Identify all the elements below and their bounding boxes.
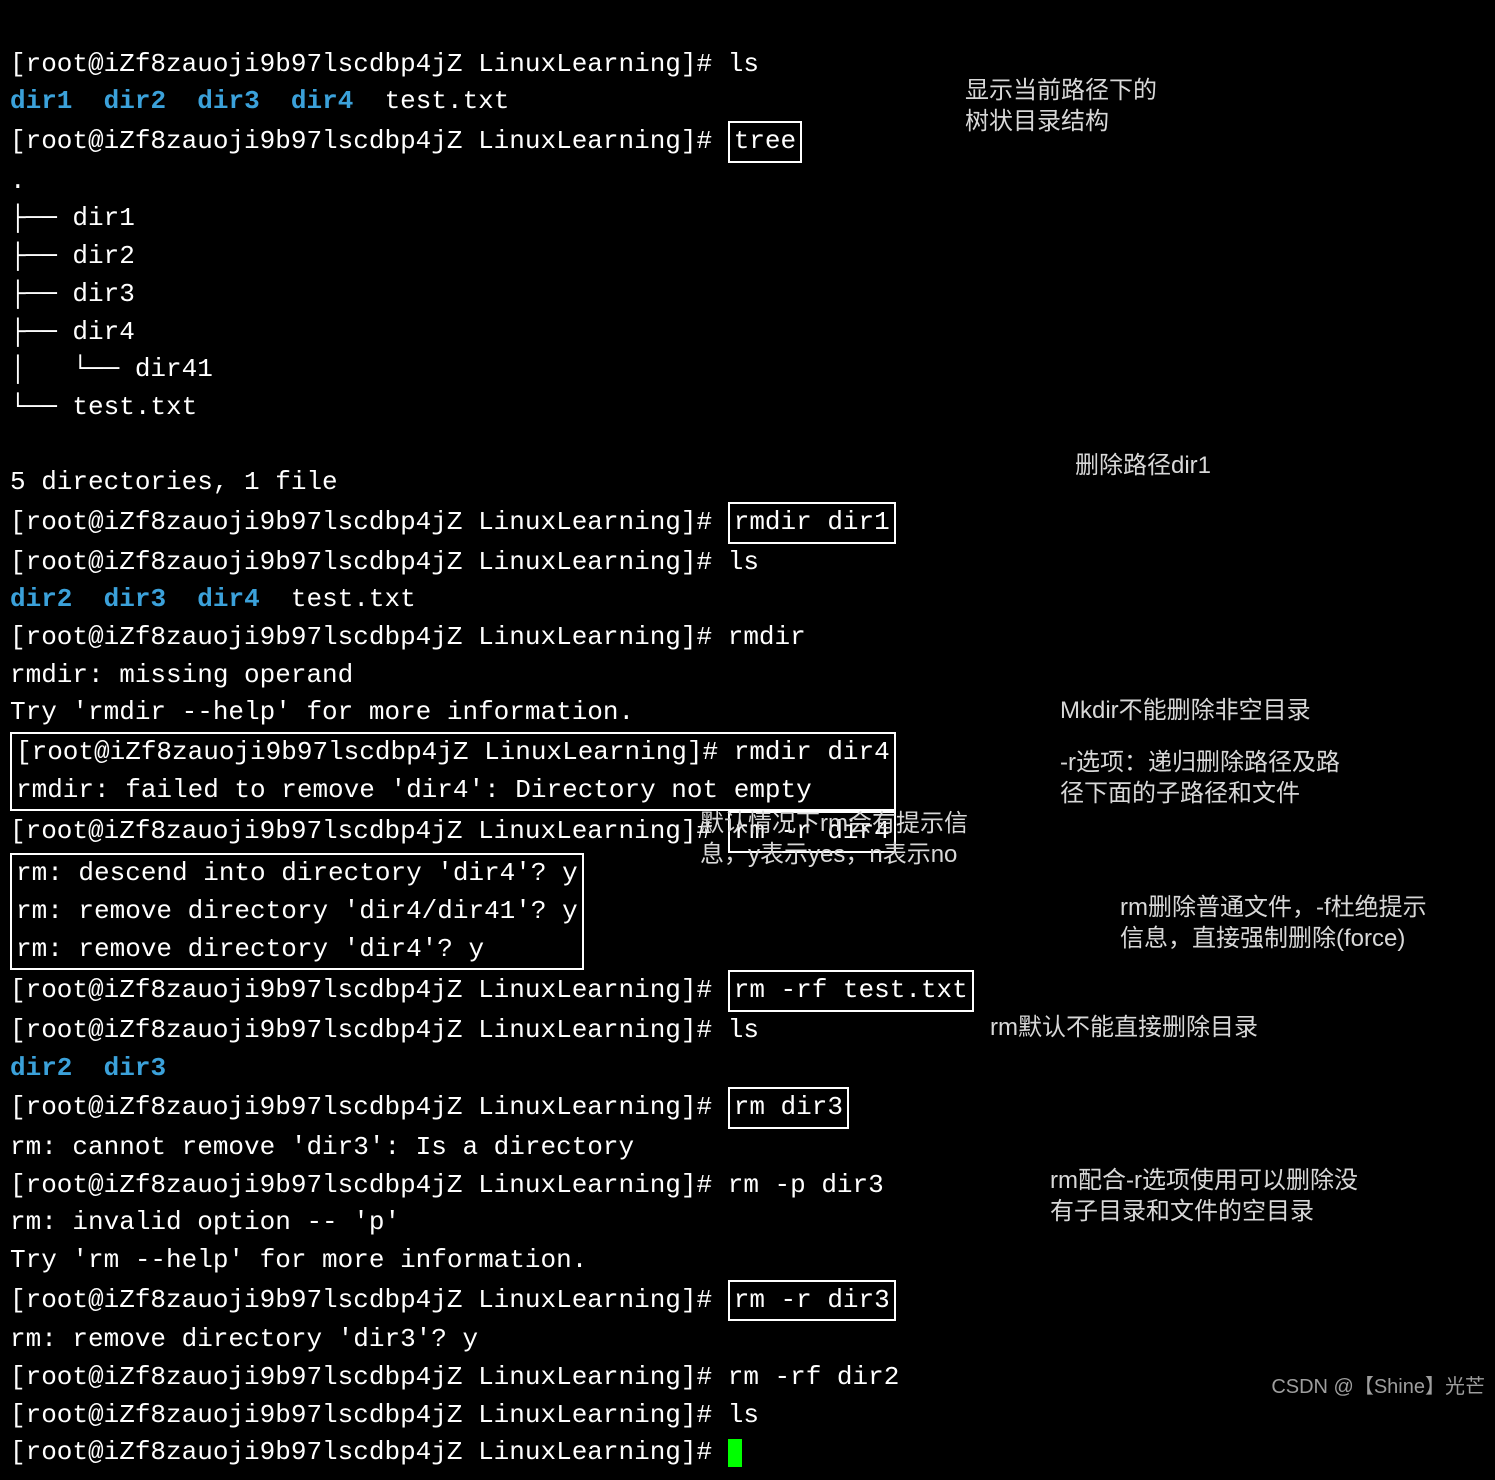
error-line: Try 'rmdir --help' for more information. <box>10 697 634 727</box>
tree-summary: 5 directories, 1 file <box>10 467 338 497</box>
command-rm-rf-test-boxed: rm -rf test.txt <box>728 970 974 1012</box>
prompt: [root@iZf8zauoji9b97lscdbp4jZ LinuxLearn… <box>10 547 728 577</box>
command-ls: ls <box>728 49 759 79</box>
annotation-rmdir-dir1: 删除路径dir1 <box>1075 450 1211 481</box>
annotation-rm-f: rm删除普通文件，-f杜绝提示 信息，直接强制删除(force) <box>1120 892 1427 954</box>
prompt: [root@iZf8zauoji9b97lscdbp4jZ LinuxLearn… <box>10 49 728 79</box>
annotation-rm-nodir: rm默认不能直接删除目录 <box>990 1012 1258 1043</box>
rm-prompts-boxed: rm: descend into directory 'dir4'? y rm:… <box>10 853 584 970</box>
prompt: [root@iZf8zauoji9b97lscdbp4jZ LinuxLearn… <box>10 1362 728 1392</box>
rm-prompt-line: rm: remove directory 'dir3'? y <box>10 1324 478 1354</box>
terminal-output: [root@iZf8zauoji9b97lscdbp4jZ LinuxLearn… <box>0 0 1495 1480</box>
ls-entry: dir2 <box>10 1053 72 1083</box>
ls-entry: dir2 <box>10 584 72 614</box>
tree-line: ├── dir2 <box>10 241 135 271</box>
prompt: [root@iZf8zauoji9b97lscdbp4jZ LinuxLearn… <box>10 1400 728 1430</box>
command-rm-p-dir3: rm -p dir3 <box>728 1170 884 1200</box>
tree-line: ├── dir3 <box>10 279 135 309</box>
tree-line: ├── dir4 <box>10 317 135 347</box>
prompt: [root@iZf8zauoji9b97lscdbp4jZ LinuxLearn… <box>10 1170 728 1200</box>
rmdir-dir4-boxed: [root@iZf8zauoji9b97lscdbp4jZ LinuxLearn… <box>10 732 896 811</box>
command-rmdir: rmdir <box>728 622 806 652</box>
ls-entry: dir2 <box>104 86 166 116</box>
ls-entry: dir3 <box>197 86 259 116</box>
error-line: rmdir: missing operand <box>10 660 353 690</box>
annotation-mkdir-nonempty: Mkdir不能删除非空目录 <box>1060 695 1311 726</box>
annotation-tree: 显示当前路径下的 树状目录结构 <box>965 75 1157 137</box>
ls-entry: dir1 <box>10 86 72 116</box>
ls-entry: dir3 <box>104 584 166 614</box>
ls-entry: dir4 <box>291 86 353 116</box>
prompt: [root@iZf8zauoji9b97lscdbp4jZ LinuxLearn… <box>10 1015 728 1045</box>
prompt: [root@iZf8zauoji9b97lscdbp4jZ LinuxLearn… <box>10 126 728 156</box>
command-tree-boxed: tree <box>728 121 802 163</box>
watermark: CSDN @【Shine】光芒 <box>1271 1370 1485 1399</box>
ls-entry: test.txt <box>291 584 416 614</box>
command-rm-r-dir3-boxed: rm -r dir3 <box>728 1280 896 1322</box>
tree-line: └── test.txt <box>10 392 197 422</box>
command-ls: ls <box>728 1015 759 1045</box>
tree-line: . <box>10 166 26 196</box>
tree-line: │ └── dir41 <box>10 354 213 384</box>
prompt: [root@iZf8zauoji9b97lscdbp4jZ LinuxLearn… <box>10 975 728 1005</box>
prompt: [root@iZf8zauoji9b97lscdbp4jZ LinuxLearn… <box>10 1092 728 1122</box>
prompt: [root@iZf8zauoji9b97lscdbp4jZ LinuxLearn… <box>10 1285 728 1315</box>
tree-line: ├── dir1 <box>10 203 135 233</box>
annotation-rm-r-empty: rm配合-r选项使用可以删除没 有子目录和文件的空目录 <box>1050 1165 1358 1227</box>
prompt: [root@iZf8zauoji9b97lscdbp4jZ LinuxLearn… <box>10 622 728 652</box>
command-ls: ls <box>728 1400 759 1430</box>
error-line: rm: invalid option -- 'p' <box>10 1207 400 1237</box>
command-rm-rf-dir2: rm -rf dir2 <box>728 1362 900 1392</box>
annotation-r-option: -r选项：递归删除路径及路 径下面的子路径和文件 <box>1060 747 1340 809</box>
prompt: [root@iZf8zauoji9b97lscdbp4jZ LinuxLearn… <box>10 1437 728 1467</box>
cursor-icon[interactable] <box>728 1439 742 1467</box>
error-line: Try 'rm --help' for more information. <box>10 1245 587 1275</box>
ls-entry: dir4 <box>197 584 259 614</box>
command-ls: ls <box>728 547 759 577</box>
prompt: [root@iZf8zauoji9b97lscdbp4jZ LinuxLearn… <box>10 816 728 846</box>
prompt: [root@iZf8zauoji9b97lscdbp4jZ LinuxLearn… <box>10 507 728 537</box>
annotation-rm-prompt: 默认情况下rm会有提示信 息，y表示yes，n表示no <box>700 808 968 870</box>
ls-entry: test.txt <box>385 86 510 116</box>
command-rm-dir3-boxed: rm dir3 <box>728 1087 849 1129</box>
error-line: rm: cannot remove 'dir3': Is a directory <box>10 1132 634 1162</box>
ls-entry: dir3 <box>104 1053 166 1083</box>
command-rmdir-dir1-boxed: rmdir dir1 <box>728 502 896 544</box>
